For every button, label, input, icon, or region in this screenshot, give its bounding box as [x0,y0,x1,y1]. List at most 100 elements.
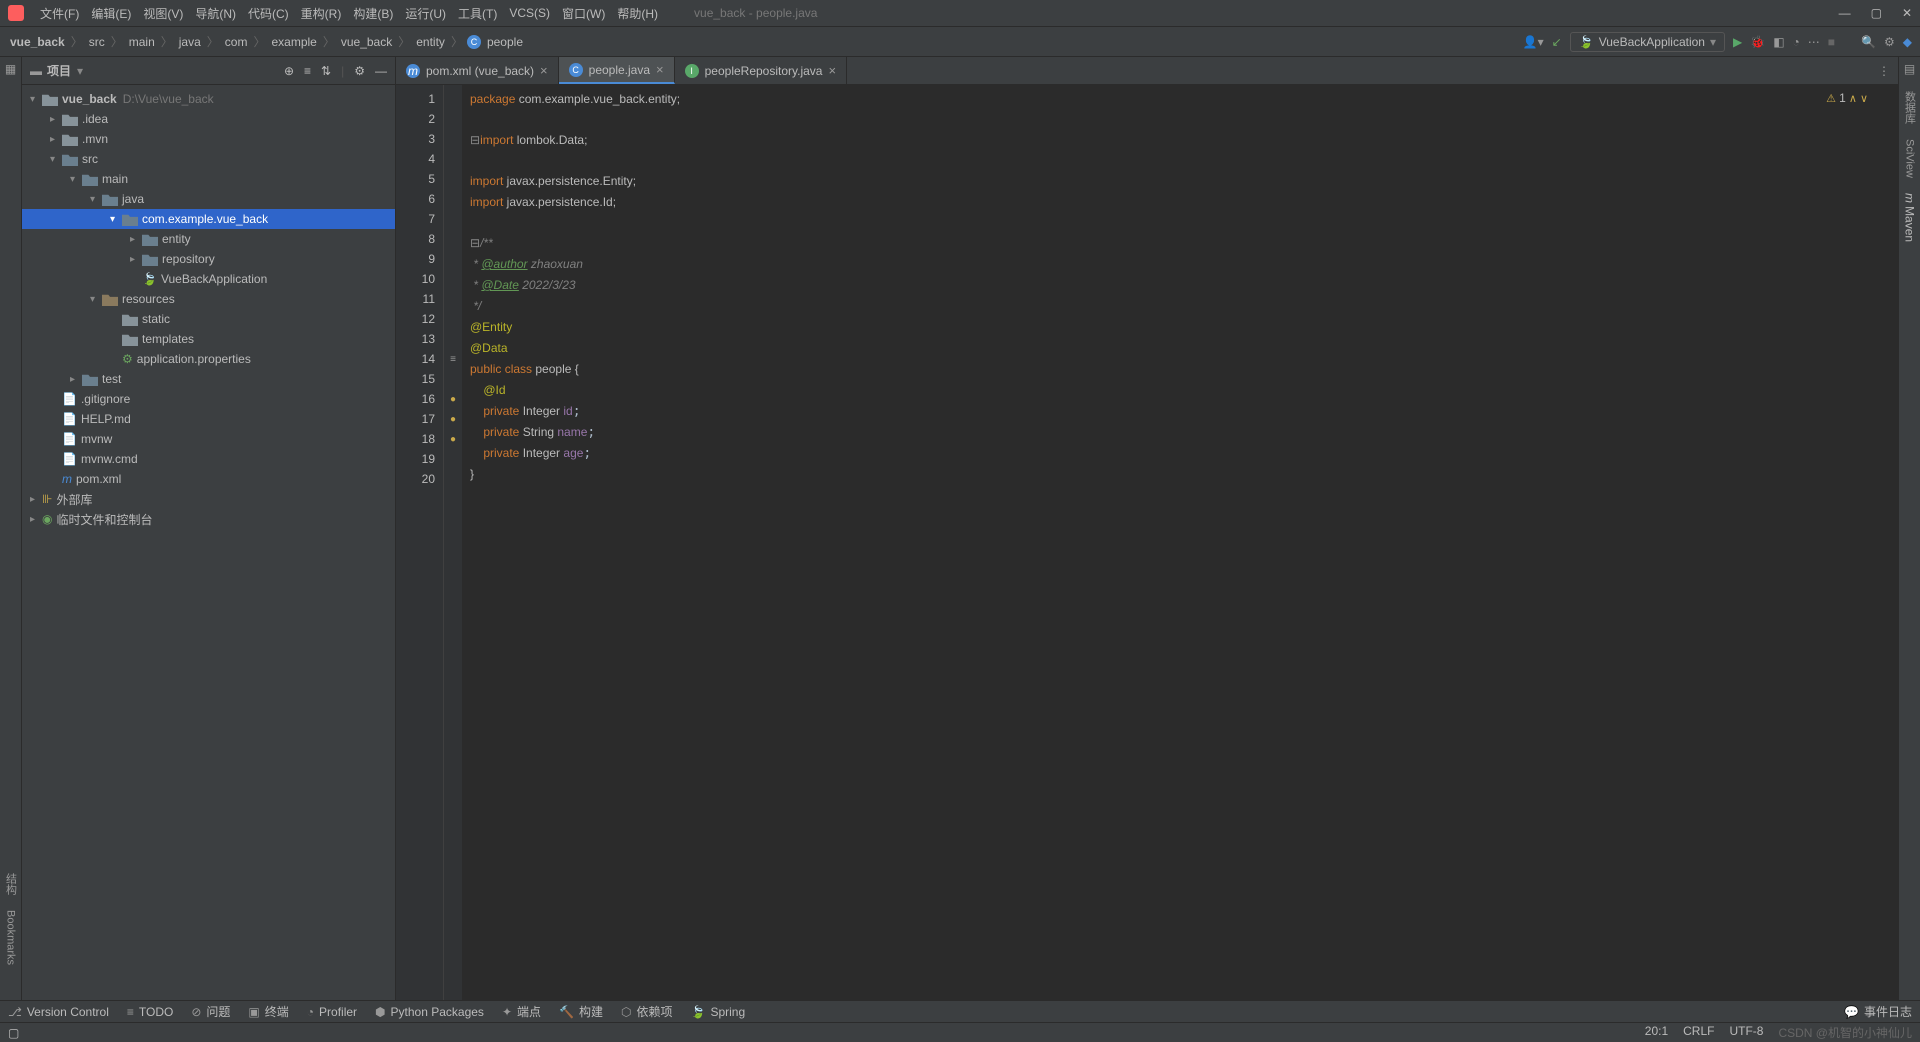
tree-node[interactable]: ⚙application.properties [22,349,395,369]
tree-node[interactable]: 🍃VueBackApplication [22,269,395,289]
ide-icon[interactable]: ◆ [1903,35,1912,49]
tree-node-selected[interactable]: ▾com.example.vue_back [22,209,395,229]
crumb-item[interactable]: example [269,35,318,49]
tool-build[interactable]: 🔨 构建 [559,1003,603,1020]
tree-node[interactable]: ▸◉临时文件和控制台 [22,509,395,529]
tree-node[interactable]: ▸repository [22,249,395,269]
editor-body[interactable]: 1234567891011121314151617181920 ≡●●● pac… [396,85,1898,1000]
tree-root[interactable]: ▾vue_backD:\Vue\vue_back [22,89,395,109]
tool-problems[interactable]: ⊘ 问题 [191,1003,230,1020]
crumb-item[interactable]: main [127,35,157,49]
menu-file[interactable]: 文件(F) [34,5,85,22]
project-tree[interactable]: ▾vue_backD:\Vue\vue_back ▸.idea ▸.mvn ▾s… [22,85,395,1000]
tree-node[interactable]: 📄.gitignore [22,389,395,409]
tab-repo[interactable]: IpeopleRepository.java× [675,57,847,84]
database-tab[interactable]: 数据库 [1902,91,1918,124]
project-tool-icon[interactable]: ▦ [5,62,16,76]
sciview-tab[interactable]: SciView [1904,139,1916,178]
close-button[interactable]: ✕ [1902,6,1912,20]
tool-terminal[interactable]: ▣ 终端 [248,1003,288,1020]
structure-tab[interactable]: 结构 [3,873,19,895]
crumb-item[interactable]: vue_back [8,35,67,49]
tree-node[interactable]: ▾java [22,189,395,209]
tab-people[interactable]: Cpeople.java× [559,57,675,84]
tab-menu-icon[interactable]: ⋮ [1870,64,1898,78]
tool-deps[interactable]: ⬡ 依赖项 [621,1003,673,1020]
tree-node[interactable]: ▾main [22,169,395,189]
menu-navigate[interactable]: 导航(N) [189,5,242,22]
menu-tools[interactable]: 工具(T) [452,5,503,22]
tree-node[interactable]: ▾resources [22,289,395,309]
expand-icon[interactable]: ≡ [304,64,311,78]
tree-node[interactable]: 📄HELP.md [22,409,395,429]
crumb-item[interactable]: people [485,35,525,49]
refresh-icon[interactable]: ↙ [1552,35,1562,49]
code-content[interactable]: package com.example.vue_back.entity; ⊟im… [462,85,1898,1000]
tree-node[interactable]: static [22,309,395,329]
attach-button[interactable]: ⋯ [1808,35,1820,49]
tree-node[interactable]: 📄mvnw.cmd [22,449,395,469]
crumb-item[interactable]: com [223,35,250,49]
tool-vcs[interactable]: ⎇ Version Control [8,1005,109,1019]
menu-view[interactable]: 视图(V) [137,5,189,22]
menu-code[interactable]: 代码(C) [242,5,295,22]
menu-help[interactable]: 帮助(H) [611,5,664,22]
tree-node[interactable]: ▸⊪外部库 [22,489,395,509]
cursor-pos[interactable]: 20:1 [1645,1024,1668,1041]
maven-tab[interactable]: m Maven [1903,193,1917,242]
tool-python[interactable]: ⬢ Python Packages [375,1005,484,1019]
debug-button[interactable]: 🐞 [1750,35,1765,49]
close-icon[interactable]: × [828,63,836,78]
line-sep[interactable]: CRLF [1683,1024,1714,1041]
tree-node[interactable]: ▸entity [22,229,395,249]
search-icon[interactable]: 🔍 [1861,35,1876,49]
tree-node[interactable]: 📄mvnw [22,429,395,449]
gear-icon[interactable]: ⚙ [354,64,365,78]
event-log[interactable]: 💬 事件日志 [1844,1003,1912,1020]
stop-button[interactable]: ■ [1828,35,1835,49]
crumb-item[interactable]: vue_back [339,35,394,49]
tool-todo[interactable]: ≡ TODO [127,1005,173,1019]
menu-run[interactable]: 运行(U) [399,5,452,22]
close-icon[interactable]: × [540,63,548,78]
status-bar: ▢ 20:1 CRLF UTF-8 CSDN @机智的小神仙儿 [0,1022,1920,1042]
notif-icon[interactable]: ▤ [1904,62,1915,76]
menu-window[interactable]: 窗口(W) [556,5,611,22]
run-config-selector[interactable]: 🍃 VueBackApplication ▾ [1570,32,1725,52]
tree-node[interactable]: ▸.idea [22,109,395,129]
coverage-button[interactable]: ◧ [1773,35,1784,49]
profile-button[interactable]: ◔ [1793,35,1800,49]
crumb-item[interactable]: entity [414,35,447,49]
settings-icon[interactable]: ⚙ [1884,35,1895,49]
maximize-button[interactable]: ▢ [1871,6,1882,20]
tree-node[interactable]: ▸.mvn [22,129,395,149]
tree-node[interactable]: ▸test [22,369,395,389]
crumb-item[interactable]: src [87,35,107,49]
menu-edit[interactable]: 编辑(E) [85,5,137,22]
encoding[interactable]: UTF-8 [1729,1024,1763,1041]
tab-pom[interactable]: mpom.xml (vue_back)× [396,57,559,84]
user-icon[interactable]: 👤▾ [1523,35,1544,49]
tree-node[interactable]: templates [22,329,395,349]
tool-endpoints[interactable]: ✦ 端点 [502,1003,541,1020]
tree-node[interactable]: ▾src [22,149,395,169]
tool-spring[interactable]: 🍃 Spring [690,1005,745,1019]
tree-node[interactable]: mpom.xml [22,469,395,489]
breadcrumb[interactable]: vue_back〉 src〉 main〉 java〉 com〉 example〉… [8,33,525,50]
locate-icon[interactable]: ⊕ [284,64,294,78]
collapse-icon[interactable]: ⇅ [321,64,331,78]
tool-profiler[interactable]: ◔ Profiler [307,1005,357,1019]
menu-refactor[interactable]: 重构(R) [295,5,348,22]
editor-area: mpom.xml (vue_back)× Cpeople.java× Ipeop… [396,57,1898,1000]
tool-windows-icon[interactable]: ▢ [8,1026,19,1040]
left-tool-strip: ▦ 结构 Bookmarks [0,57,22,1000]
hide-icon[interactable]: — [375,64,387,78]
crumb-item[interactable]: java [177,35,203,49]
bookmarks-tab[interactable]: Bookmarks [5,910,17,965]
menu-vcs[interactable]: VCS(S) [503,6,556,20]
minimize-button[interactable]: — [1839,6,1851,20]
close-icon[interactable]: × [656,62,664,77]
menu-build[interactable]: 构建(B) [347,5,399,22]
run-button[interactable]: ▶ [1733,35,1742,49]
inspection-widget[interactable]: ⚠ 1 ∧ ∨ [1826,91,1868,105]
